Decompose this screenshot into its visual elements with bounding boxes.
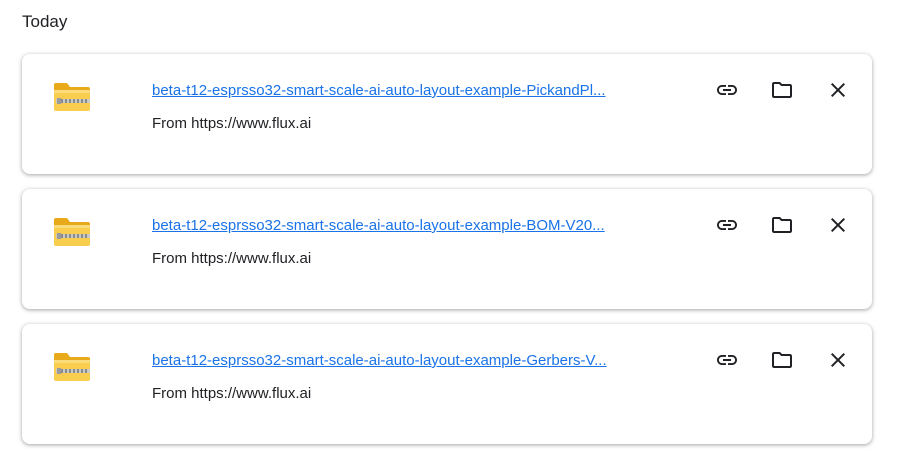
folder-icon[interactable] xyxy=(768,76,796,104)
zip-folder-icon xyxy=(53,80,91,112)
source-url: From https://www.flux.ai xyxy=(152,385,312,402)
folder-icon[interactable] xyxy=(768,211,796,239)
link-icon[interactable] xyxy=(713,76,741,104)
file-link[interactable]: beta-t12-esprsso32-smart-scale-ai-auto-l… xyxy=(152,82,657,99)
close-icon[interactable] xyxy=(824,346,852,374)
close-icon[interactable] xyxy=(824,211,852,239)
link-icon[interactable] xyxy=(713,346,741,374)
link-icon[interactable] xyxy=(713,211,741,239)
source-url: From https://www.flux.ai xyxy=(152,115,312,132)
section-title: Today xyxy=(22,12,68,31)
folder-icon[interactable] xyxy=(768,346,796,374)
zip-folder-icon xyxy=(53,350,91,382)
download-item: beta-t12-esprsso32-smart-scale-ai-auto-l… xyxy=(22,54,872,174)
download-item: beta-t12-esprsso32-smart-scale-ai-auto-l… xyxy=(22,189,872,309)
source-url: From https://www.flux.ai xyxy=(152,250,312,267)
zip-folder-icon xyxy=(53,215,91,247)
file-link[interactable]: beta-t12-esprsso32-smart-scale-ai-auto-l… xyxy=(152,352,657,369)
file-link[interactable]: beta-t12-esprsso32-smart-scale-ai-auto-l… xyxy=(152,217,657,234)
download-item: beta-t12-esprsso32-smart-scale-ai-auto-l… xyxy=(22,324,872,444)
close-icon[interactable] xyxy=(824,76,852,104)
